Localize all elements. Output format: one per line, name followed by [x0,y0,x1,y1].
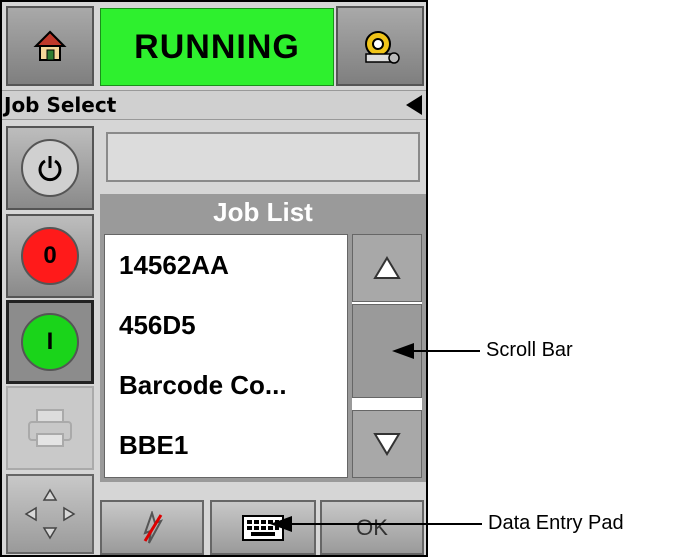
job-list-title: Job List [213,196,313,227]
power-button[interactable] [6,126,94,210]
start-button[interactable]: I [6,300,94,384]
settings-gear-icon [365,31,400,64]
chevron-down-icon [373,433,401,456]
job-list-panel: Job List 14562AA 456D5 Barcode Co... BBE… [100,194,426,482]
printer-icon [28,409,72,447]
ok-button[interactable]: OK [320,500,424,555]
status-indicator: RUNNING [100,8,334,86]
data-entry-pad-button[interactable] [210,500,316,555]
printer-screen: RUNNING Job Select 0 I Job List 14562AA … [0,0,428,557]
power-icon [21,139,79,197]
print-button[interactable] [6,386,94,470]
data-entry-pad-callout-arrow [270,516,292,532]
chevron-up-icon [373,256,401,279]
start-icon: I [21,313,79,371]
job-list: 14562AA 456D5 Barcode Co... BBE1 [104,234,348,478]
stop-button[interactable]: 0 [6,214,94,298]
navigation-arrows-icon [24,488,76,540]
back-arrow-icon[interactable] [406,95,422,115]
job-entry-field[interactable] [106,132,420,182]
list-item[interactable]: Barcode Co... [105,355,347,415]
data-entry-pad-callout-label: Data Entry Pad [488,512,624,534]
stop-label: 0 [43,242,57,269]
cancel-button[interactable] [100,500,204,555]
cancel-icon [143,510,164,543]
list-item[interactable]: BBE1 [105,415,347,475]
list-item[interactable]: 14562AA [105,235,347,295]
data-entry-pad-callout-line [290,523,482,525]
home-icon [33,30,67,61]
navigation-button[interactable] [6,474,94,554]
scroll-bar-callout-arrow [392,343,414,359]
scroll-up-button[interactable] [352,234,422,302]
list-item[interactable]: 456D5 [105,295,347,355]
scroll-bar-callout-label: Scroll Bar [486,339,573,361]
page-title: Job Select [4,93,117,117]
scroll-down-button[interactable] [352,410,422,478]
scroll-bar-callout-line [412,350,480,352]
settings-button[interactable] [336,6,424,86]
stop-icon: 0 [21,227,79,285]
home-button[interactable] [6,6,94,86]
start-label: I [46,328,54,355]
screen-title-bar: Job Select [2,90,426,120]
